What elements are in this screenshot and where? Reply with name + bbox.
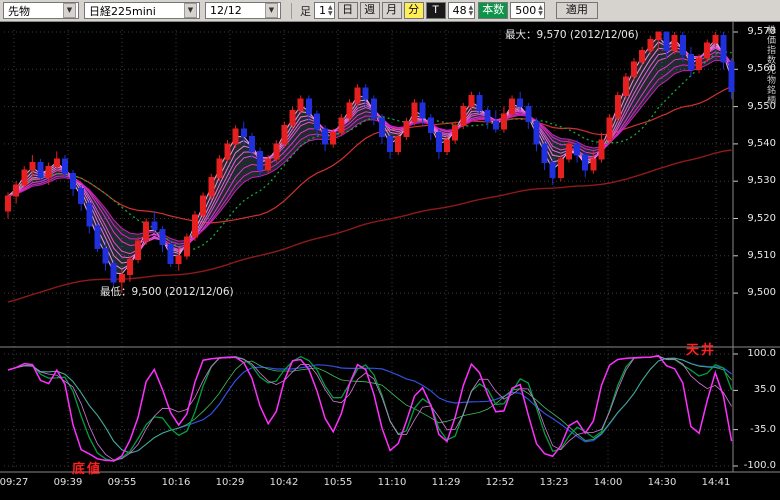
oscillator-axis-label: 35.0 [734,384,776,395]
ceiling-signal-label: 天井 [686,339,716,358]
price-chart-canvas [0,22,780,500]
toolbar-separator [291,3,292,19]
chevron-down-icon[interactable]: ▼ [63,3,76,18]
ashi-label: 足 [300,3,311,19]
chevron-down-icon[interactable]: ▼ [184,3,197,18]
time-axis-label: 14:41 [702,477,731,488]
oscillator-fast-line [8,356,732,461]
time-axis-label: 10:16 [162,477,191,488]
instrument-select[interactable]: 日経225mini ▼ [84,2,200,19]
bar-count-stepper[interactable]: 500 ▲▼ [510,2,545,19]
week-bars-button[interactable]: 週 [360,2,380,19]
bar-count-value: 500 [515,4,536,17]
time-axis-label: 14:30 [648,477,677,488]
chart-application-window: 先物 ▼ 日経225mini ▼ 12/12 ▼ 足 1 ▲▼ 日 週 月 分 … [0,0,780,500]
time-axis-label: 11:29 [432,477,461,488]
price-axis-label: 9,560 [734,63,776,74]
max-price-annotation: 最大：9,570 (2012/12/06) [505,27,639,42]
price-axis-label: 9,530 [734,175,776,186]
oscillator-axis-label: -100.0 [734,460,776,471]
time-axis-label: 12:52 [486,477,515,488]
minute-bars-button[interactable]: 分 [404,2,424,19]
ma-cloud [8,36,732,274]
time-axis-label: 09:39 [54,477,83,488]
chevron-down-icon[interactable]: ▼ [265,3,278,18]
month-bars-button[interactable]: 月 [382,2,402,19]
contract-date-value: 12/12 [210,4,242,17]
oscillator-mid-line [8,356,732,461]
price-axis-label: 9,500 [734,287,776,298]
tick-count-value: 48 [453,4,467,17]
bar-count-button[interactable]: 本数 [478,2,508,19]
tick-count-stepper[interactable]: 48 ▲▼ [448,2,476,19]
instrument-type-value: 先物 [8,3,30,19]
min-price-annotation: 最低：9,500 (2012/12/06) [100,284,234,299]
time-axis-label: 13:23 [540,477,569,488]
instrument-type-select[interactable]: 先物 ▼ [3,2,79,19]
price-axis-label: 9,540 [734,138,776,149]
price-axis-label: 9,520 [734,213,776,224]
interval-value: 1 [319,4,326,17]
time-axis-label: 09:27 [0,477,28,488]
stepper-handle-icon[interactable]: ▲▼ [469,5,474,17]
oscillator-axis-label: 100.0 [734,348,776,359]
oscillator-axis-label: -35.0 [734,424,776,435]
time-axis-label: 10:55 [324,477,353,488]
stepper-handle-icon[interactable]: ▲▼ [328,5,333,17]
price-axis-label: 9,510 [734,250,776,261]
price-axis-label: 9,550 [734,101,776,112]
bottom-signal-label: 底値 [72,458,102,477]
time-axis-label: 09:55 [108,477,137,488]
stepper-handle-icon[interactable]: ▲▼ [538,5,543,17]
tick-bars-button[interactable]: T [426,2,446,19]
instrument-value: 日経225mini [89,3,156,19]
toolbar: 先物 ▼ 日経225mini ▼ 12/12 ▼ 足 1 ▲▼ 日 週 月 分 … [0,0,780,22]
time-axis-label: 11:10 [378,477,407,488]
contract-date-select[interactable]: 12/12 ▼ [205,2,281,19]
price-axis-label: 9,570 [734,26,776,37]
time-axis-label: 10:29 [216,477,245,488]
interval-stepper[interactable]: 1 ▲▼ [314,2,335,19]
time-axis-label: 10:42 [270,477,299,488]
time-axis-label: 14:00 [594,477,623,488]
day-bars-button[interactable]: 日 [338,2,358,19]
apply-button[interactable]: 適用 [556,2,598,19]
